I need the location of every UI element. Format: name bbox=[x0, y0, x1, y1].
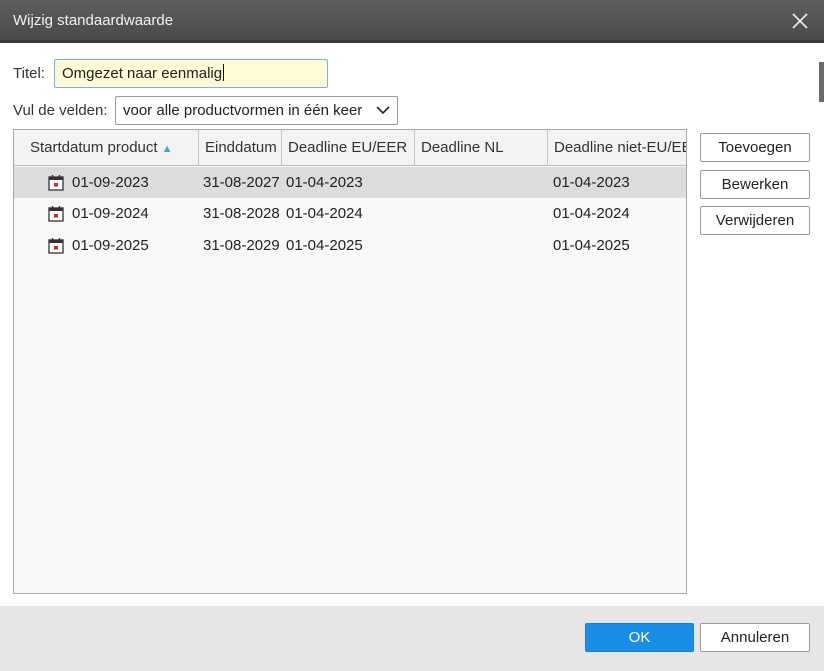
text-caret bbox=[223, 64, 225, 81]
window-edge bbox=[819, 62, 824, 102]
cell-start-date: 01-09-2023 bbox=[72, 174, 149, 191]
cell-start-date: 01-09-2025 bbox=[72, 237, 149, 254]
cell-deadline-eu: 01-04-2025 bbox=[286, 237, 363, 254]
dialog-title: Wijzig standaardwaarde bbox=[13, 12, 174, 29]
cell-deadline-non-eu: 01-04-2024 bbox=[553, 205, 630, 222]
fill-fields-select[interactable]: voor alle productvormen in één keer bbox=[115, 96, 398, 125]
cell-end-date: 31-08-2027 bbox=[203, 174, 280, 191]
title-input[interactable]: Omgezet naar eenmalig bbox=[54, 59, 328, 88]
delete-button[interactable]: Verwijderen bbox=[700, 206, 810, 235]
fill-fields-value: voor alle productvormen in één keer bbox=[123, 102, 363, 119]
close-icon[interactable] bbox=[790, 11, 810, 31]
sort-ascending-icon: ▲ bbox=[161, 143, 173, 155]
table-row[interactable]: 01-09-2025 31-08-2029 01-04-2025 01-04-2… bbox=[14, 230, 686, 261]
cell-start-date: 01-09-2024 bbox=[72, 205, 149, 222]
cell-end-date: 31-08-2028 bbox=[203, 205, 280, 222]
column-header-start-date[interactable]: Startdatum product ▲ bbox=[14, 130, 199, 166]
edit-button[interactable]: Bewerken bbox=[700, 170, 810, 199]
table-row[interactable]: 01-09-2023 31-08-2027 01-04-2023 01-04-2… bbox=[14, 167, 686, 198]
dialog-titlebar: Wijzig standaardwaarde bbox=[0, 0, 824, 43]
ok-button[interactable]: OK bbox=[585, 623, 694, 652]
standard-values-grid[interactable]: Startdatum product ▲ Einddatum Deadline E… bbox=[13, 129, 687, 594]
column-header-label: Startdatum product bbox=[30, 139, 158, 156]
calendar-icon bbox=[48, 206, 64, 222]
column-header-label: Deadline niet-EU/EER bbox=[554, 139, 686, 156]
column-header-label: Deadline EU/EER bbox=[288, 139, 408, 156]
calendar-icon bbox=[48, 175, 64, 191]
column-header-deadline-eu[interactable]: Deadline EU/EER bbox=[282, 130, 415, 166]
column-header-label: Deadline NL bbox=[421, 139, 504, 156]
column-header-deadline-nl[interactable]: Deadline NL bbox=[415, 130, 548, 166]
cell-deadline-eu: 01-04-2023 bbox=[286, 174, 363, 191]
cell-deadline-non-eu: 01-04-2023 bbox=[553, 174, 630, 191]
table-row[interactable]: 01-09-2024 31-08-2028 01-04-2024 01-04-2… bbox=[14, 198, 686, 229]
grid-header: Startdatum product ▲ Einddatum Deadline E… bbox=[14, 130, 686, 166]
chevron-down-icon bbox=[376, 106, 390, 115]
column-header-end-date[interactable]: Einddatum bbox=[199, 130, 282, 166]
add-button[interactable]: Toevoegen bbox=[700, 133, 810, 162]
cell-end-date: 31-08-2029 bbox=[203, 237, 280, 254]
column-header-label: Einddatum bbox=[205, 139, 277, 156]
calendar-icon bbox=[48, 238, 64, 254]
fill-fields-label: Vul de velden: bbox=[13, 102, 108, 119]
cell-deadline-non-eu: 01-04-2025 bbox=[553, 237, 630, 254]
column-header-deadline-non-eu[interactable]: Deadline niet-EU/EER bbox=[548, 130, 686, 166]
cell-deadline-eu: 01-04-2024 bbox=[286, 205, 363, 222]
title-label: Titel: bbox=[13, 65, 45, 82]
title-input-value: Omgezet naar eenmalig bbox=[62, 65, 223, 82]
cancel-button[interactable]: Annuleren bbox=[700, 623, 810, 652]
